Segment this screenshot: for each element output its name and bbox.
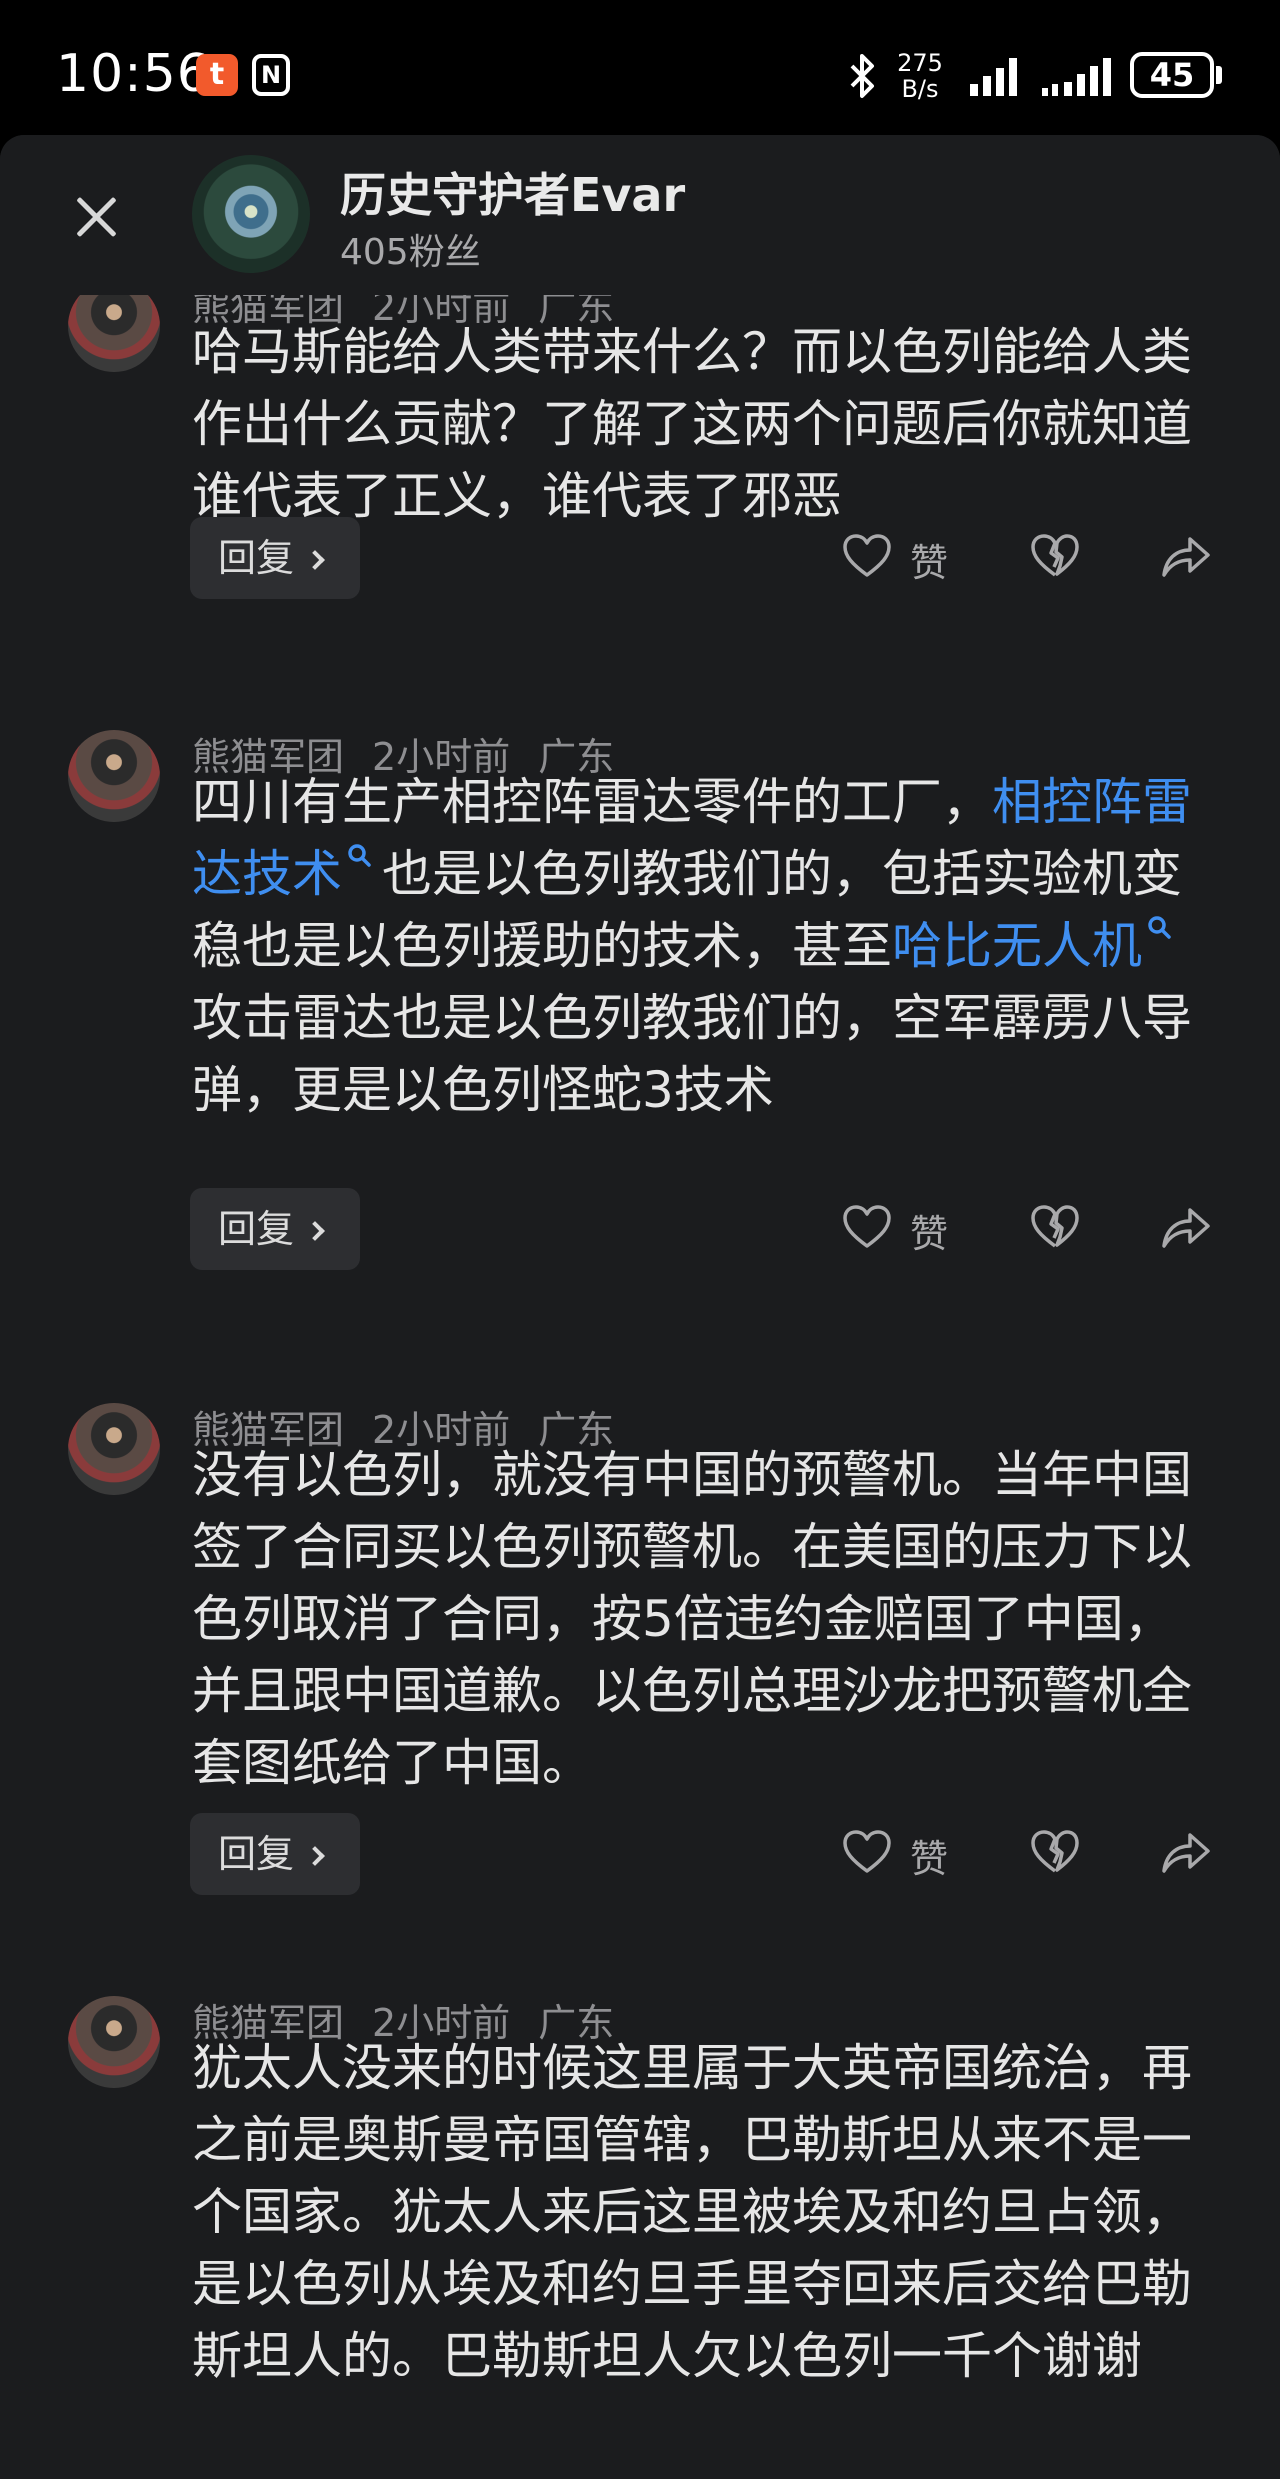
comments-panel: 熊猫军团 2小时前 广东 哈马斯能给人类带来什么？而以色列能给人类作出什么贡献？了解… [0, 135, 1280, 2479]
share-icon[interactable] [1160, 533, 1212, 579]
nfc-icon: N [252, 54, 290, 96]
like-label[interactable]: 赞 [910, 1828, 948, 1883]
reply-button[interactable]: 回复 [190, 1188, 360, 1270]
signal-strength-icon [1042, 58, 1111, 96]
search-link[interactable]: 哈比无人机 [892, 917, 1142, 975]
heart-icon[interactable] [842, 1829, 892, 1875]
author-avatar[interactable] [192, 155, 310, 273]
heart-icon[interactable] [842, 1204, 892, 1250]
commenter-avatar[interactable] [68, 1403, 160, 1495]
network-speed: 275 B/s [897, 49, 943, 103]
app-notification-icon: t [196, 54, 238, 96]
heart-icon[interactable] [842, 533, 892, 579]
search-icon[interactable] [346, 842, 372, 882]
battery-tip [1216, 66, 1222, 84]
author-name[interactable]: 历史守护者Evar [340, 159, 685, 225]
like-label[interactable]: 赞 [910, 1203, 948, 1258]
search-icon[interactable] [1146, 914, 1172, 954]
comment-text: 哈马斯能给人类带来什么？而以色列能给人类作出什么贡献？了解了这两个问题后你就知道… [192, 323, 1192, 525]
bluetooth-icon [850, 54, 874, 98]
signal-strength-icon [970, 58, 1017, 96]
chevron-right-icon [305, 1221, 325, 1241]
chevron-right-icon [305, 550, 325, 570]
close-icon[interactable] [70, 191, 122, 243]
reply-button[interactable]: 回复 [190, 1813, 360, 1895]
status-bar: 10:56 t N 275 B/s 45 [0, 0, 1280, 140]
broken-heart-icon[interactable] [1030, 533, 1080, 579]
comment-text: 犹太人没来的时候这里属于大英帝国统治，再之前是奥斯曼帝国管辖，巴勒斯坦从来不是一… [192, 2039, 1192, 2385]
commenter-avatar[interactable] [68, 730, 160, 822]
reply-button[interactable]: 回复 [190, 517, 360, 599]
battery-icon: 45 [1130, 52, 1214, 98]
share-icon[interactable] [1160, 1829, 1212, 1875]
broken-heart-icon[interactable] [1030, 1204, 1080, 1250]
comment-text: 四川有生产相控阵雷达零件的工厂，相控阵雷达技术 也是以色列教我们的，包括实验机变稳… [192, 773, 1192, 1119]
status-time: 10:56 [56, 44, 211, 104]
panel-header: 历史守护者Evar 405粉丝 [0, 135, 1280, 295]
chevron-right-icon [305, 1846, 325, 1866]
follower-count: 405粉丝 [340, 232, 481, 273]
commenter-avatar[interactable] [68, 1996, 160, 2088]
like-label[interactable]: 赞 [910, 532, 948, 587]
share-icon[interactable] [1160, 1204, 1212, 1250]
comment-text: 没有以色列，就没有中国的预警机。当年中国签了合同买以色列预警机。在美国的压力下以… [192, 1446, 1192, 1792]
broken-heart-icon[interactable] [1030, 1829, 1080, 1875]
